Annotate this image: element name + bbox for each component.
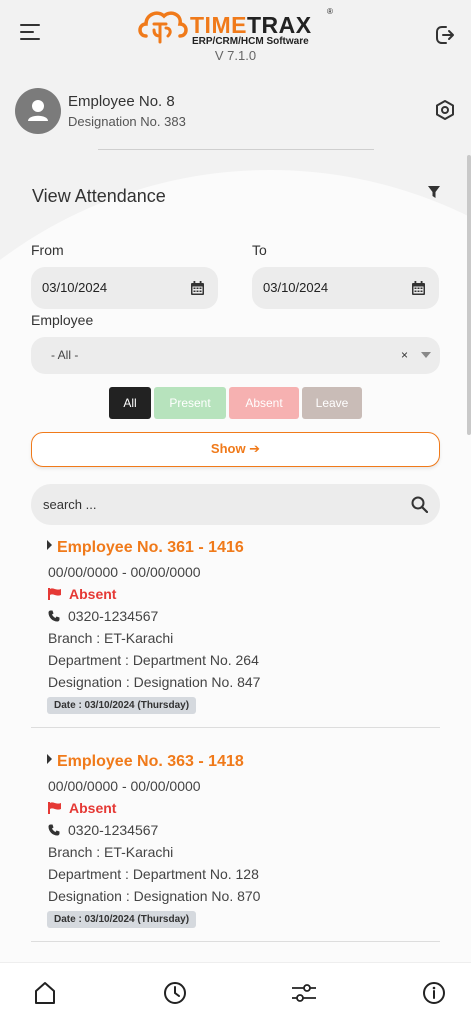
- from-label: From: [31, 242, 64, 258]
- filter-all-button[interactable]: All: [109, 387, 151, 419]
- record-branch: Branch : ET-Karachi: [48, 630, 174, 646]
- flag-icon: [48, 588, 61, 600]
- record-status: Absent: [48, 586, 116, 602]
- record-title[interactable]: Employee No. 363 - 1418: [47, 753, 244, 771]
- filter-leave-button[interactable]: Leave: [302, 387, 362, 419]
- app-version: V 7.1.0: [214, 48, 257, 63]
- caret-right-icon: [47, 754, 52, 764]
- attendance-record: Employee No. 361 - 1416 00/00/0000 - 00/…: [31, 539, 440, 729]
- logout-icon[interactable]: [433, 23, 457, 47]
- to-date-field[interactable]: 03/10/2024: [252, 267, 439, 309]
- record-date-badge: Date : 03/10/2024 (Thursday): [47, 697, 197, 714]
- profile-divider: [98, 149, 374, 150]
- search-input[interactable]: [43, 497, 393, 512]
- clear-icon[interactable]: ×: [401, 337, 408, 374]
- to-date-value: 03/10/2024: [263, 280, 329, 295]
- chevron-down-icon[interactable]: [421, 352, 431, 358]
- record-designation: Designation : Designation No. 870: [48, 888, 261, 904]
- phone-icon: [48, 824, 60, 836]
- settings-hexagon-icon[interactable]: [433, 98, 457, 122]
- record-department: Department : Department No. 128: [48, 866, 259, 882]
- search-icon[interactable]: [411, 496, 428, 513]
- profile-section: Employee No. 8 Designation No. 383: [0, 88, 471, 148]
- calendar-icon: [412, 281, 425, 295]
- to-label: To: [252, 242, 267, 258]
- phone-icon: [48, 610, 60, 622]
- employee-select[interactable]: - All - ×: [31, 337, 440, 374]
- menu-icon[interactable]: [20, 24, 42, 46]
- record-time: 00/00/0000 - 00/00/0000: [48, 564, 201, 580]
- logo-registered-mark: ®: [327, 7, 333, 16]
- record-phone: 0320-1234567: [48, 822, 158, 838]
- app-header: TIMETRAX ® ERP/CRM/HCM Software V 7.1.0: [0, 0, 471, 80]
- calendar-icon: [191, 281, 204, 295]
- profile-name: Employee No. 8: [68, 93, 175, 110]
- show-button[interactable]: Show ➔: [31, 432, 440, 467]
- home-icon[interactable]: [32, 980, 58, 1006]
- bottom-nav: [0, 962, 471, 1024]
- logo-subtitle: ERP/CRM/HCM Software: [192, 36, 309, 47]
- record-date-badge: Date : 03/10/2024 (Thursday): [47, 911, 197, 928]
- search-bar: [31, 484, 440, 525]
- app-logo: TIMETRAX ® ERP/CRM/HCM Software: [136, 6, 336, 48]
- logo-title: TIMETRAX: [190, 12, 312, 38]
- sliders-icon[interactable]: [291, 980, 317, 1006]
- record-status: Absent: [48, 800, 116, 816]
- from-date-field[interactable]: 03/10/2024: [31, 267, 218, 309]
- record-title[interactable]: Employee No. 361 - 1416: [47, 539, 244, 557]
- record-divider: [31, 941, 440, 942]
- avatar[interactable]: [15, 88, 61, 134]
- caret-right-icon: [47, 540, 52, 550]
- attendance-record: Employee No. 363 - 1418 00/00/0000 - 00/…: [31, 753, 440, 943]
- employee-select-value: - All -: [51, 348, 79, 362]
- filter-icon[interactable]: [427, 185, 441, 199]
- filter-present-button[interactable]: Present: [154, 387, 226, 419]
- cloud-logo-icon: [138, 11, 188, 44]
- scrollbar[interactable]: [467, 155, 471, 435]
- record-department: Department : Department No. 264: [48, 652, 259, 668]
- record-divider: [31, 727, 440, 728]
- record-branch: Branch : ET-Karachi: [48, 844, 174, 860]
- from-date-value: 03/10/2024: [42, 280, 108, 295]
- filter-absent-button[interactable]: Absent: [229, 387, 299, 419]
- info-icon[interactable]: [421, 980, 447, 1006]
- record-designation: Designation : Designation No. 847: [48, 674, 261, 690]
- clock-icon[interactable]: [162, 980, 188, 1006]
- page-title: View Attendance: [32, 186, 166, 206]
- record-phone: 0320-1234567: [48, 608, 158, 624]
- flag-icon: [48, 802, 61, 814]
- employee-label: Employee: [31, 312, 94, 328]
- profile-designation: Designation No. 383: [68, 114, 186, 129]
- user-icon: [28, 100, 48, 121]
- record-time: 00/00/0000 - 00/00/0000: [48, 778, 201, 794]
